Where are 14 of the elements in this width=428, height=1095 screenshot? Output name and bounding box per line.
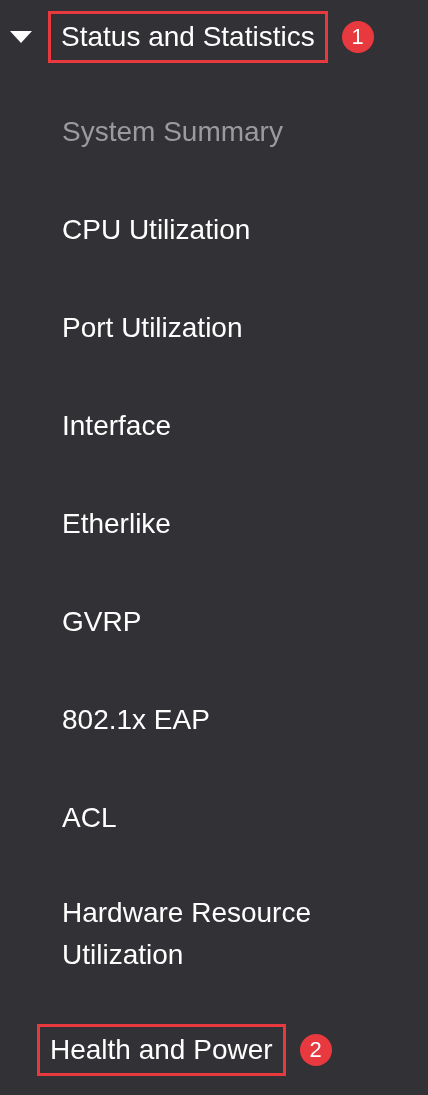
menu-item[interactable]: ACL (62, 797, 117, 839)
menu-item[interactable]: Hardware Resource Utilization (62, 892, 362, 976)
menu-item[interactable]: Port Utilization (62, 307, 243, 349)
menu-item[interactable]: Interface (62, 405, 171, 447)
menu-item[interactable]: Etherlike (62, 503, 171, 545)
menu-item[interactable]: CPU Utilization (62, 209, 251, 251)
caret-down-icon[interactable] (10, 30, 32, 44)
menu-item[interactable]: 802.1x EAP (62, 699, 210, 741)
menu-item[interactable]: GVRP (62, 601, 142, 643)
menu-item[interactable]: System Summary (62, 111, 283, 153)
menu-item[interactable]: Health and Power (37, 1024, 286, 1076)
menu-heading[interactable]: Status and Statistics (48, 11, 328, 63)
callout-badge: 2 (299, 1034, 332, 1066)
callout-badge: 1 (341, 21, 374, 53)
